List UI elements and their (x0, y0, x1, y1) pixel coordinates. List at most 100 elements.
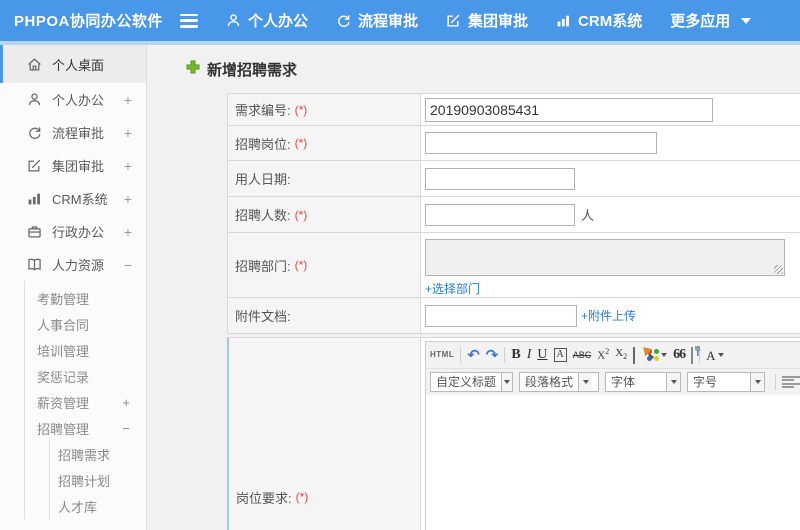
expand-minus-icon[interactable]: − (122, 421, 130, 436)
sidebar-item-recruit-mgmt[interactable]: 招聘管理 − (25, 415, 146, 441)
sidebar-hr-submenu: 考勤管理 人事合同 培训管理 奖惩记录 薪资管理 + 招聘管理 − 招聘需求 招… (24, 281, 146, 519)
app-window: PHPOA协同办公软件 个人办公 流程审批 集团审批 CRM系统 更多应用 个人… (0, 0, 800, 530)
nav-item-crm[interactable]: CRM系统 (556, 10, 642, 31)
sidebar-item-recruit-demand[interactable]: 招聘需求 (50, 441, 146, 467)
recruit-dept-textarea[interactable] (425, 239, 785, 276)
sidebar-item-crm[interactable]: CRM系统 + (0, 182, 146, 215)
sidebar-item-attendance[interactable]: 考勤管理 (25, 285, 146, 311)
hire-date-input[interactable] (425, 167, 575, 190)
hamburger-menu-icon[interactable] (180, 13, 198, 28)
person-icon (226, 13, 241, 28)
editor-toolbar-row1: HTML ↶ ↷ B I U A ABC X2 X2 66 T A (426, 342, 800, 368)
nav-item-more-apps[interactable]: 更多应用 (670, 10, 752, 31)
briefcase-icon (27, 224, 42, 239)
align-left-icon[interactable] (782, 375, 800, 389)
top-nav-menu: 个人办公 流程审批 集团审批 CRM系统 更多应用 (226, 10, 752, 31)
form-row-recruit-count: 招聘人数: (*) 人 (228, 197, 800, 233)
add-plus-icon (186, 60, 200, 79)
expand-minus-icon[interactable]: − (124, 257, 132, 273)
caret-down-icon (741, 17, 752, 24)
sidebar-item-workflow-approval[interactable]: 流程审批 + (0, 116, 146, 149)
demand-code-input[interactable] (425, 97, 713, 122)
required-mark: (*) (294, 136, 308, 150)
recruit-count-input[interactable] (425, 203, 575, 226)
sidebar-item-label: 流程审批 (52, 126, 105, 141)
attachment-input[interactable] (425, 304, 577, 327)
form-row-recruit-dept: 招聘部门: (*) +选择部门 (228, 233, 800, 298)
form-row-hire-date: 用人日期: (228, 161, 800, 197)
sidebar-item-personal-desktop[interactable]: 个人桌面 (0, 45, 146, 83)
sidebar-item-admin-office[interactable]: 行政办公 + (0, 215, 146, 248)
recruit-demand-form: 需求编号:(*) 招聘岗位:(*) 用人日期: (227, 93, 800, 334)
field-label: 招聘人数: (*) (228, 197, 421, 232)
book-icon (27, 257, 42, 272)
paragraph-format-dropdown[interactable]: 段落格式 (519, 372, 599, 392)
paste-icon[interactable]: T (691, 346, 701, 364)
sidebar-item-hr[interactable]: 人力资源 − (0, 248, 146, 281)
sidebar-item-group-approval[interactable]: 集团审批 + (0, 149, 146, 182)
required-mark: (*) (295, 490, 309, 504)
upload-attachment-link[interactable]: +附件上传 (581, 307, 636, 324)
eraser-icon[interactable] (633, 346, 636, 364)
form-row-recruit-post: 招聘岗位: (*) (228, 126, 800, 161)
expand-plus-icon[interactable]: + (124, 158, 132, 174)
select-dept-link[interactable]: +选择部门 (425, 280, 480, 297)
flow-icon (336, 13, 351, 28)
font-color-button[interactable]: A (706, 349, 724, 362)
nav-item-label: 个人办公 (248, 13, 309, 30)
flow-icon (27, 125, 42, 140)
unit-suffix: 人 (581, 208, 595, 223)
field-label: 岗位要求: (*) (229, 338, 421, 530)
sidebar-item-salary[interactable]: 薪资管理 + (25, 389, 146, 415)
superscript-button[interactable]: X2 (597, 348, 609, 362)
bold-button[interactable]: B (511, 348, 520, 362)
person-icon (27, 92, 42, 107)
nav-item-label: 更多应用 (670, 13, 731, 30)
sidebar-item-label: 行政办公 (52, 225, 105, 240)
sidebar-item-recruit-plan[interactable]: 招聘计划 (50, 467, 146, 493)
strikethrough-button[interactable]: ABC (573, 350, 592, 360)
form-row-attachment: 附件文档: +附件上传 (228, 298, 800, 333)
sidebar-item-label: 个人桌面 (52, 57, 105, 73)
redo-icon[interactable]: ↷ (486, 348, 499, 363)
font-family-dropdown[interactable]: 字体 (605, 372, 681, 392)
chart-icon (27, 191, 42, 206)
html-source-button[interactable]: HTML (430, 351, 454, 359)
richtext-editor: HTML ↶ ↷ B I U A ABC X2 X2 66 T A 自定义标题 … (421, 338, 800, 530)
subscript-button[interactable]: X2 (615, 348, 627, 361)
expand-plus-icon[interactable]: + (124, 224, 132, 240)
sidebar-item-rewards[interactable]: 奖惩记录 (25, 363, 146, 389)
chart-icon (556, 13, 571, 28)
nav-item-personal-office[interactable]: 个人办公 (226, 10, 308, 31)
sidebar-item-personal-office[interactable]: 个人办公 + (0, 83, 146, 116)
sidebar-item-training[interactable]: 培训管理 (25, 337, 146, 363)
expand-plus-icon[interactable]: + (124, 191, 132, 207)
expand-plus-icon[interactable]: + (122, 395, 130, 410)
undo-icon[interactable]: ↶ (467, 348, 480, 363)
blockquote-button[interactable]: 66 (673, 348, 686, 362)
sidebar: 个人桌面 个人办公 + 流程审批 + 集团审批 + CRM系统 + 行政办公 +… (0, 45, 147, 530)
editor-content-area[interactable] (426, 395, 800, 530)
recruit-post-input[interactable] (425, 132, 657, 154)
required-mark: (*) (294, 102, 308, 117)
underline-button[interactable]: U (537, 348, 547, 362)
field-label: 附件文档: (228, 298, 421, 333)
sidebar-item-label: 人力资源 (52, 258, 105, 273)
sidebar-recruit-submenu: 招聘需求 招聘计划 人才库 (49, 441, 146, 519)
nav-item-workflow-approval[interactable]: 流程审批 (336, 10, 418, 31)
home-icon (27, 57, 42, 72)
sidebar-item-talent-pool[interactable]: 人才库 (50, 493, 146, 519)
expand-plus-icon[interactable]: + (124, 92, 132, 108)
font-style-button[interactable]: A (553, 348, 567, 362)
nav-item-group-approval[interactable]: 集团审批 (446, 10, 528, 31)
sidebar-item-hr-contract[interactable]: 人事合同 (25, 311, 146, 337)
resize-grip-icon[interactable] (774, 265, 783, 274)
sidebar-item-label: 个人办公 (52, 93, 105, 108)
custom-heading-dropdown[interactable]: 自定义标题 (430, 372, 513, 392)
font-size-dropdown[interactable]: 字号 (687, 372, 765, 392)
italic-button[interactable]: I (527, 348, 532, 362)
app-logo: PHPOA协同办公软件 (14, 13, 163, 30)
sidebar-item-label: CRM系统 (52, 192, 108, 207)
expand-plus-icon[interactable]: + (124, 125, 132, 141)
field-label: 招聘部门: (*) (228, 233, 421, 297)
